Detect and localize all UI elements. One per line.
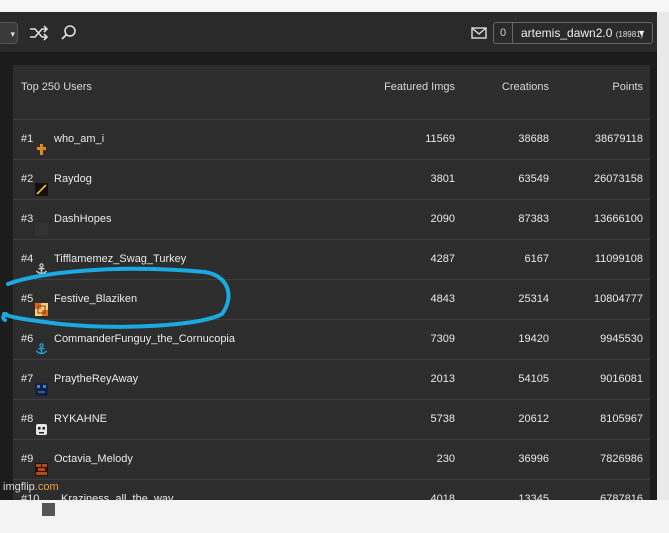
- featured-count: 4018: [430, 493, 455, 505]
- top-nav-bar: ▾ 0 artemis_dawn2.0 (18981) ▼: [0, 12, 657, 53]
- table-row: #5 Festive_Blaziken 4843 25314 10804777: [13, 279, 650, 320]
- creations-count: 19420: [518, 333, 549, 345]
- username: CommanderFunguy_the_Cornucopia: [54, 333, 235, 345]
- creations-count: 36996: [518, 453, 549, 465]
- featured-count: 4287: [430, 253, 455, 265]
- table-row: #1 who_am_i 11569 38688 38679118: [13, 119, 650, 160]
- user-link[interactable]: Tifflamemez_Swag_Turkey: [32, 239, 186, 279]
- header-points: Points: [612, 81, 643, 93]
- featured-count: 230: [436, 453, 455, 465]
- pixel-avatar: [35, 373, 48, 396]
- creations-count: 25314: [518, 293, 549, 305]
- user-link[interactable]: Festive_Blaziken: [32, 279, 137, 319]
- table-row: #9 Octavia_Melody 230 36996 7826986: [13, 439, 650, 480]
- sword-avatar: [35, 173, 48, 196]
- username: Raydog: [54, 173, 92, 185]
- leaderboard-table: Top 250 Users Featured Imgs Creations Po…: [13, 65, 650, 516]
- header-creations: Creations: [501, 81, 549, 93]
- username: PraytheReyAway: [54, 373, 139, 385]
- creations-count: 6167: [524, 253, 549, 265]
- table-row: #4 Tifflamemez_Swag_Turkey 4287 6167 1109910…: [13, 239, 650, 280]
- user-link[interactable]: CommanderFunguy_the_Cornucopia: [32, 319, 235, 359]
- creations-count: 38688: [518, 133, 549, 145]
- featured-count: 2090: [430, 213, 455, 225]
- username: RYKAHNE: [54, 413, 107, 425]
- creations-count: 20612: [518, 413, 549, 425]
- featured-count: 2013: [430, 373, 455, 385]
- dropdown-caret-icon[interactable]: ▾: [0, 22, 18, 44]
- points-count: 38679118: [594, 133, 643, 145]
- user-link[interactable]: who_am_i: [32, 119, 104, 159]
- username: Tifflamemez_Swag_Turkey: [54, 253, 187, 265]
- shuffle-icon[interactable]: [28, 23, 50, 43]
- table-row: #8 RYKAHNE 5738 20612 8105967: [13, 399, 650, 440]
- checker-avatar: [35, 293, 48, 316]
- points-count: 11099108: [594, 253, 643, 265]
- user-link[interactable]: Octavia_Melody: [32, 439, 133, 479]
- points-count: 26073158: [594, 173, 643, 185]
- notification-count[interactable]: 0: [493, 22, 513, 44]
- chevron-down-icon: ▼: [637, 28, 646, 38]
- user-link[interactable]: PraytheReyAway: [32, 359, 138, 399]
- creations-count: 54105: [518, 373, 549, 385]
- featured-count: 4843: [430, 293, 455, 305]
- user-link[interactable]: Raydog: [32, 159, 92, 199]
- points-count: 10804777: [594, 293, 643, 305]
- creations-count: 13345: [518, 493, 549, 505]
- points-count: 6787816: [600, 493, 643, 505]
- points-count: 9945530: [600, 333, 643, 345]
- header-title: Top 250 Users: [21, 81, 92, 93]
- username: Festive_Blaziken: [54, 293, 138, 305]
- points-count: 8105967: [600, 413, 643, 425]
- anchor-icon: [35, 333, 48, 354]
- page-top-edge: [0, 0, 669, 12]
- main-panel: Top 250 Users Featured Imgs Creations Po…: [0, 53, 657, 516]
- username: DashHopes: [54, 213, 112, 225]
- featured-count: 3801: [430, 173, 455, 185]
- watermark-suffix: .com: [34, 481, 59, 493]
- creations-count: 63549: [518, 173, 549, 185]
- user-link[interactable]: DashHopes: [32, 199, 111, 239]
- user-link[interactable]: Kraziness_all_the_way: [39, 479, 174, 519]
- cross-icon: [35, 133, 48, 155]
- anchor-icon: [35, 253, 48, 274]
- username-label: artemis_dawn2.0: [521, 26, 613, 40]
- points-count: 9016081: [600, 373, 643, 385]
- username: who_am_i: [54, 133, 105, 145]
- table-row: #3 DashHopes 2090 87383 13666100: [13, 199, 650, 240]
- table-row: #2 Raydog 3801 63549 26073158: [13, 159, 650, 200]
- creations-count: 87383: [518, 213, 549, 225]
- table-row: #6 CommanderFunguy_the_Cornucopia 7309 1942…: [13, 319, 650, 360]
- skull-icon: [35, 413, 48, 435]
- user-menu-dropdown[interactable]: artemis_dawn2.0 (18981) ▼: [513, 22, 653, 44]
- watermark-text: imgflip: [3, 481, 35, 493]
- search-icon[interactable]: [58, 23, 80, 43]
- imgflip-watermark: imgflip.com: [3, 481, 59, 493]
- featured-count: 7309: [430, 333, 455, 345]
- mail-icon[interactable]: [470, 24, 488, 42]
- points-count: 13666100: [594, 213, 643, 225]
- dark-avatar: [35, 213, 48, 236]
- featured-count: 5738: [430, 413, 455, 425]
- table-header: Top 250 Users Featured Imgs Creations Po…: [13, 65, 650, 120]
- table-row: #10 Kraziness_all_the_way 4018 13345 6787816: [13, 479, 650, 519]
- featured-count: 11569: [425, 133, 455, 145]
- username: Octavia_Melody: [54, 453, 133, 465]
- page-right-edge: [657, 12, 669, 500]
- dark-avatar: [42, 493, 55, 516]
- points-count: 7826986: [600, 453, 643, 465]
- user-link[interactable]: RYKAHNE: [32, 399, 107, 439]
- header-featured: Featured Imgs: [384, 81, 455, 93]
- table-row: #7 PraytheReyAway 2013 54105 9016081: [13, 359, 650, 400]
- brick-avatar: [35, 453, 48, 476]
- username: Kraziness_all_the_way: [61, 493, 174, 505]
